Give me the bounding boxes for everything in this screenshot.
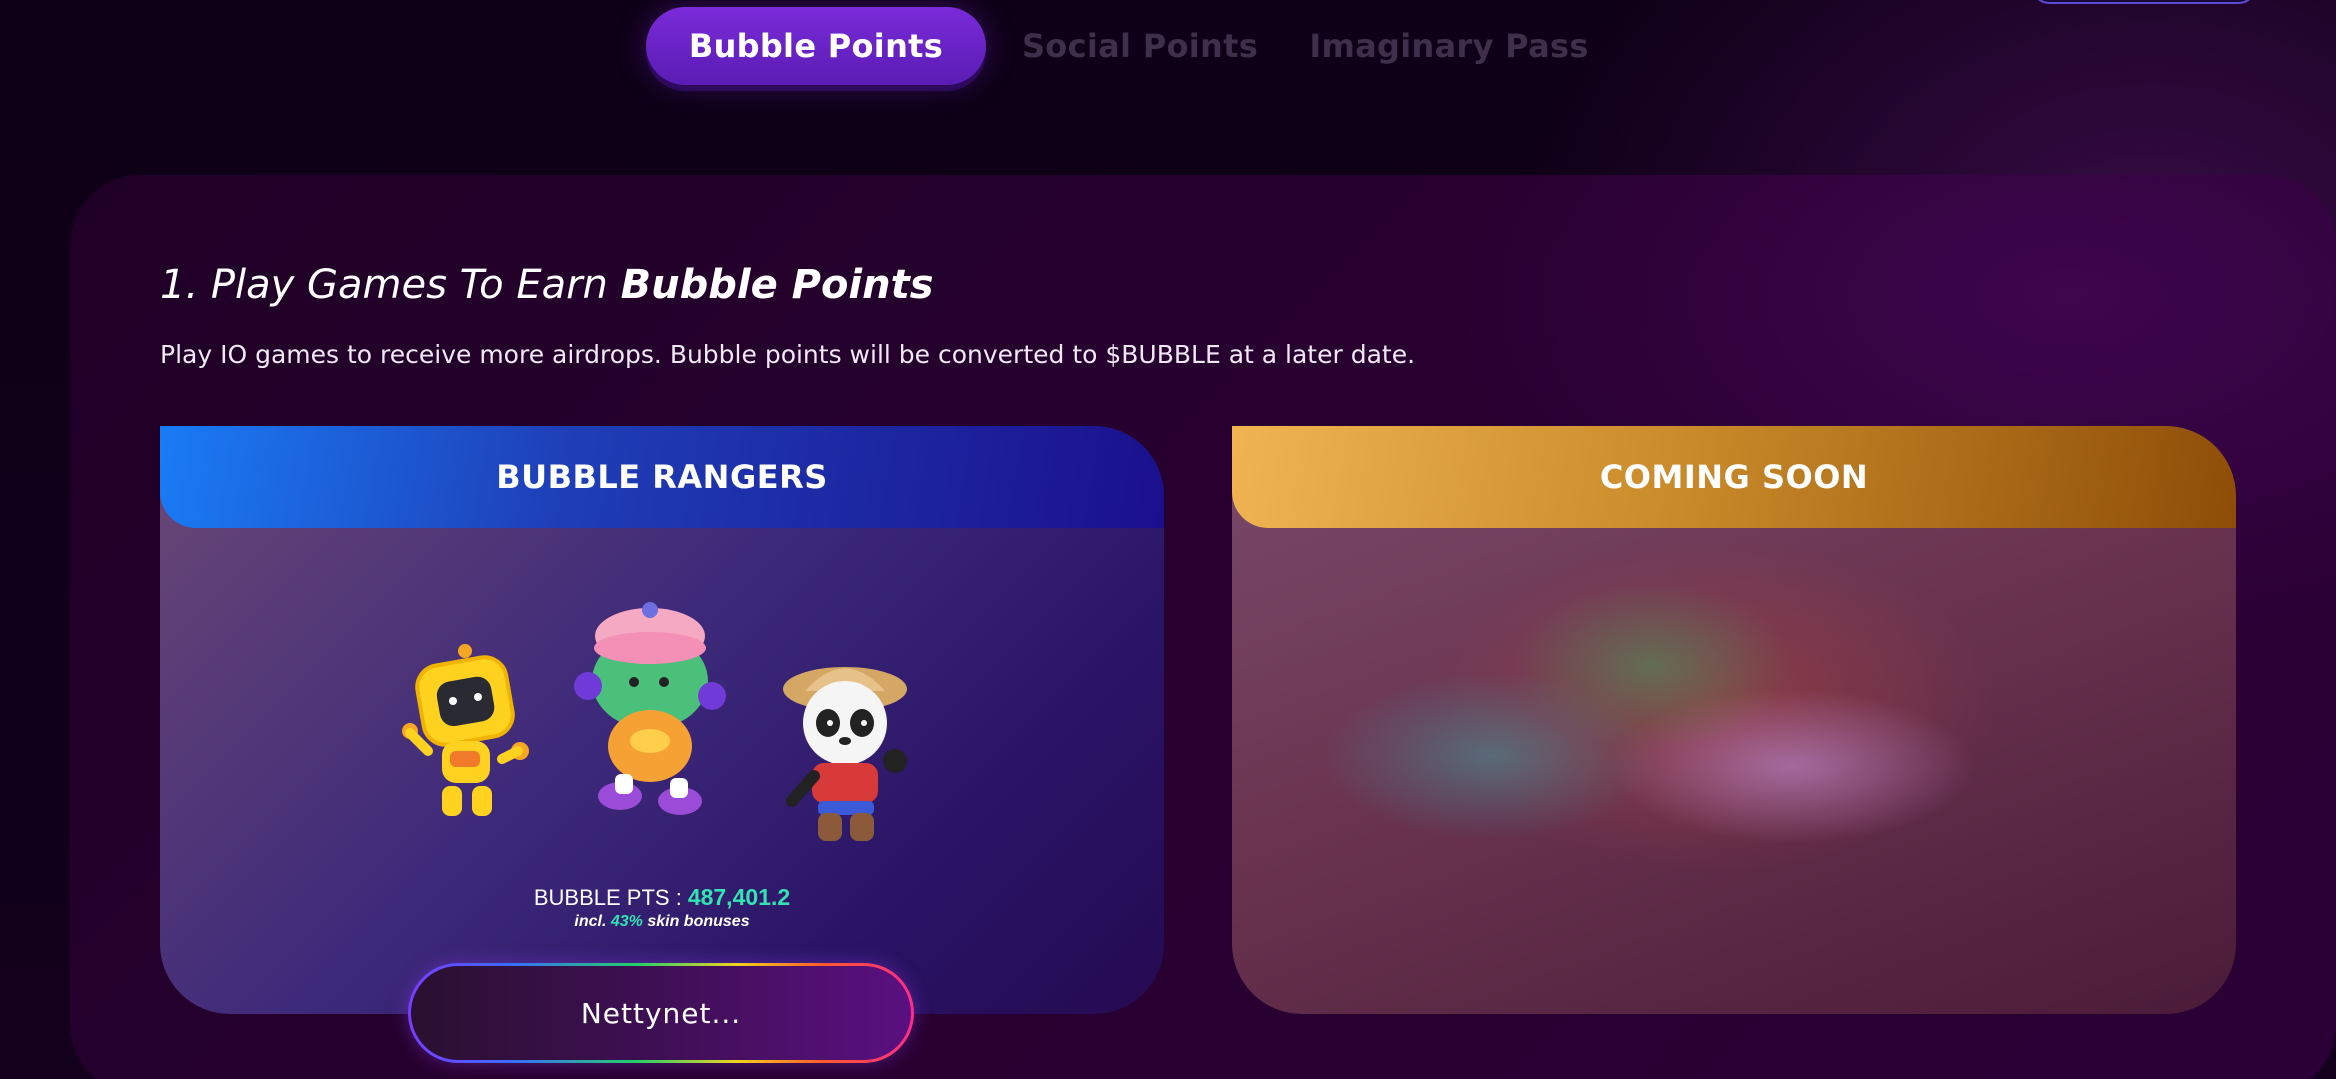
bubble-points-readout: BUBBLE PTS :487,401.2 [160,884,1164,911]
bonus-percent: 43% [610,913,643,930]
heading-bold: Bubble Points [620,262,934,308]
green-girl-icon [574,602,726,815]
card-title: BUBBLE RANGERS [160,426,1164,528]
tab-social-points[interactable]: Social Points [1020,7,1260,85]
points-tabs: Bubble Points Social Points Imaginary Pa… [646,6,1614,86]
heading-prefix: 1. Play Games To Earn [160,262,621,308]
panda-ranger-icon [783,667,907,841]
game-card-bubble-rangers[interactable]: BUBBLE RANGERS BUBBLE PTS: 487,401.2 in… [160,426,1164,1014]
section-subtitle: Play IO games to receive more airdrops. … [160,340,1416,369]
skin-bonus-note: incl. 43% skin bonuses [160,913,1164,931]
points-label: BUBBLE PTS : [533,885,682,910]
top-right-button[interactable] [2030,0,2258,4]
section-heading: 1. Play Games To Earn Bubble Points [160,262,934,308]
points-value: 487,401.2 [687,884,791,910]
card-title: COMING SOON [1232,426,2236,528]
bonus-suffix: skin bonuses [647,913,750,930]
user-wallet-label: Nettynet... [411,966,911,1060]
tab-bubble-points[interactable]: Bubble Points [646,7,986,85]
game-card-coming-soon: COMING SOON [1232,426,2236,1014]
tab-imaginary-pass[interactable]: Imaginary Pass [1284,7,1614,85]
user-wallet-button[interactable]: Nettynet... [408,963,914,1063]
characters-illustration [390,596,910,856]
yellow-robot-icon [402,644,529,816]
bonus-prefix: incl. [574,913,607,930]
